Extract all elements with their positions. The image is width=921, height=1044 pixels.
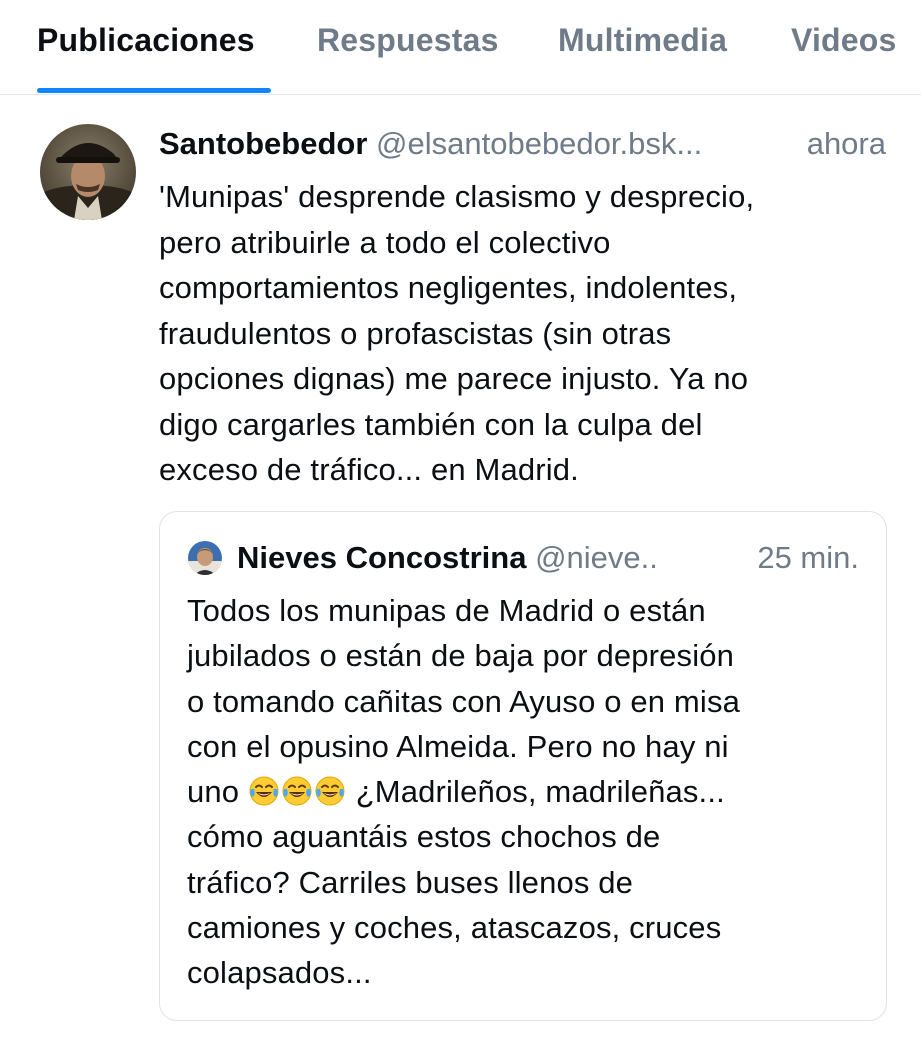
author-name[interactable]: Santobebedor: [159, 126, 367, 161]
post-timestamp[interactable]: ahora: [807, 126, 886, 162]
tab-respuestas[interactable]: Respuestas: [317, 22, 499, 59]
quoted-timestamp: 25 min.: [757, 540, 859, 575]
tears-of-joy-icon: [281, 775, 313, 807]
quoted-text-line: cómo aguantáis estos chochos de: [187, 819, 661, 855]
quoted-text-segment: uno: [187, 774, 248, 810]
tab-multimedia[interactable]: Multimedia: [558, 22, 727, 59]
quoted-post[interactable]: Nieves Concostrina @nieve... 25 min. Tod…: [159, 511, 887, 1021]
quoted-author-name: Nieves Concostrina: [237, 540, 527, 575]
quoted-avatar: [188, 541, 222, 575]
quoted-text-line: uno ¿Madrileños, madrileñas...: [187, 769, 867, 814]
post-text: 'Munipas' desprende clasismo y desprecio…: [159, 179, 755, 487]
quoted-text-line: Todos los munipas de Madrid o están: [187, 593, 706, 628]
quoted-text-line: colapsados...: [187, 955, 372, 991]
avatar[interactable]: [40, 124, 136, 220]
tab-publicaciones[interactable]: Publicaciones: [37, 22, 255, 59]
post[interactable]: Santobebedor @elsantobebedor.bsk... ahor…: [0, 96, 921, 1044]
post-header: Santobebedor @elsantobebedor.bsk...: [159, 126, 899, 162]
quoted-text-line: tráfico? Carriles buses llenos de: [187, 864, 634, 900]
tab-videos[interactable]: Videos: [791, 22, 897, 59]
quoted-text: Todos los munipas de Madrid o están jubi…: [187, 588, 867, 996]
quoted-text-segment: ¿Madrileños, madrileñas...: [346, 774, 725, 810]
tears-of-joy-icon: [248, 775, 280, 807]
quoted-text-line: camiones y coches, atascazos, cruces: [187, 910, 722, 946]
tears-of-joy-icon: [314, 775, 346, 807]
quoted-text-line: con el opusino Almeida. Pero no hay ni: [187, 728, 729, 764]
quoted-header: Nieves Concostrina @nieve...: [237, 540, 657, 576]
author-handle[interactable]: @elsantobebedor.bsk...: [376, 126, 702, 161]
quoted-author-handle: @nieve...: [535, 540, 657, 575]
quoted-text-line: jubilados o están de baja por depresión: [187, 638, 735, 674]
active-tab-indicator: [37, 88, 271, 93]
quoted-text-line: o tomando cañitas con Ayuso o en misa: [187, 683, 740, 719]
profile-tabs: Publicaciones Respuestas Multimedia Vide…: [0, 0, 921, 95]
